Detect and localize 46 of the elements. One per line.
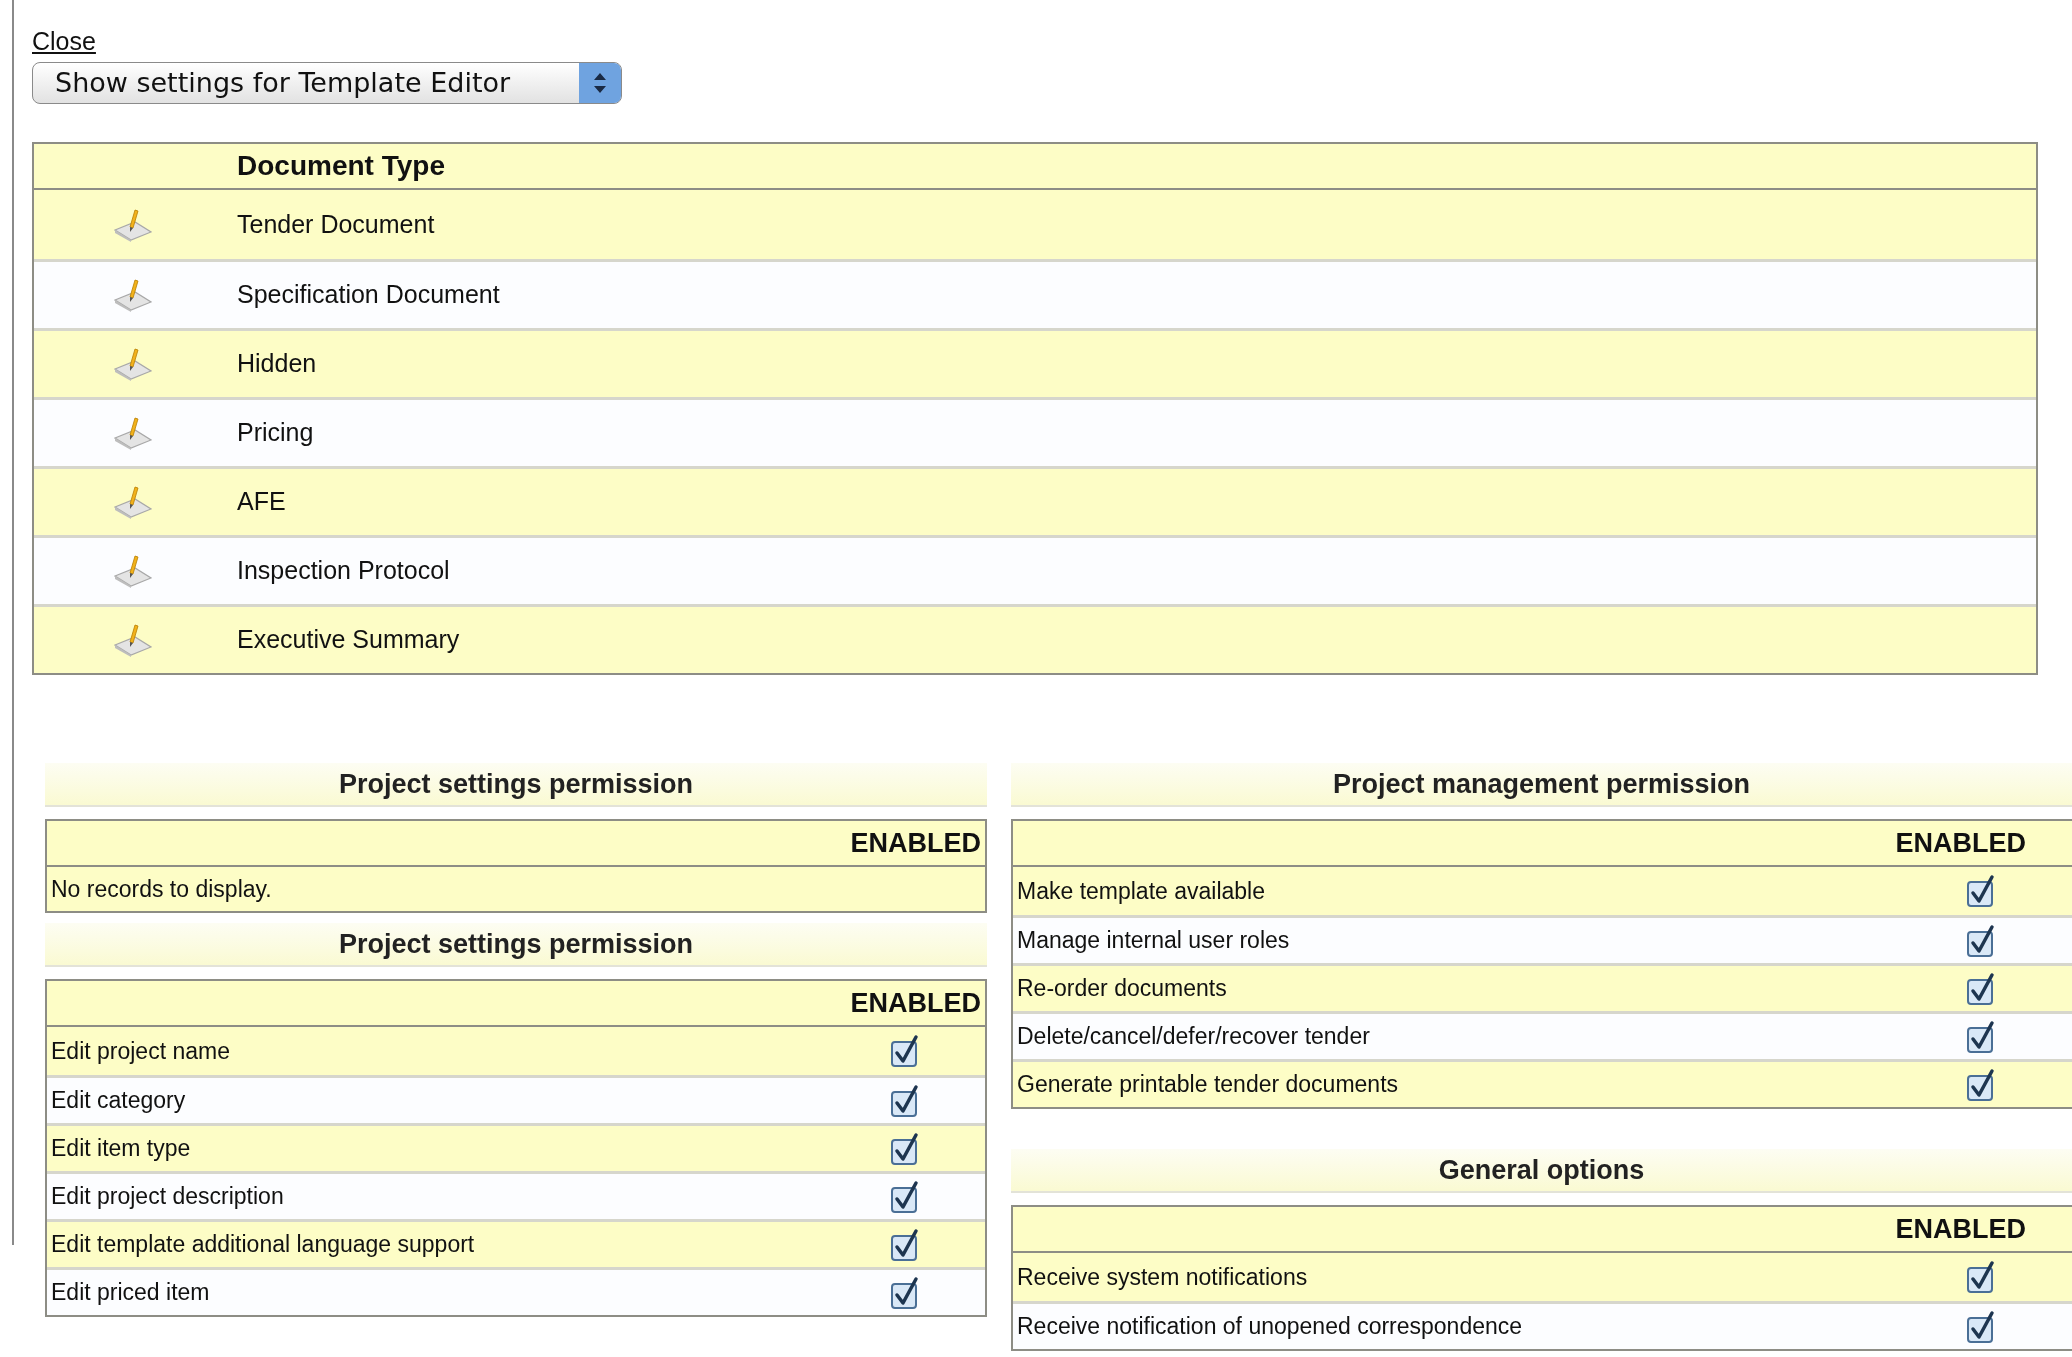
checked-checkbox[interactable] <box>1966 1019 1996 1054</box>
document-type-name[interactable]: Specification Document <box>237 276 500 314</box>
section-title: Project settings permission <box>45 763 987 807</box>
document-type-name[interactable]: Executive Summary <box>237 621 460 659</box>
checked-checkbox[interactable] <box>1966 923 1996 958</box>
permission-label: Make template available <box>1017 876 1267 906</box>
column-header: ENABLED <box>850 986 981 1020</box>
checked-checkbox[interactable] <box>1966 1309 1996 1344</box>
checked-checkbox[interactable] <box>1966 874 1996 908</box>
checked-checkbox[interactable] <box>1966 971 1996 1006</box>
column-header: ENABLED <box>850 826 981 860</box>
permission-label: Re-order documents <box>1017 974 1228 1004</box>
permission-label: Receive system notifications <box>1017 1262 1309 1292</box>
permission-label: Edit template additional language support <box>51 1230 476 1260</box>
document-type-name[interactable]: Tender Document <box>237 205 435 244</box>
permission-label: Edit project description <box>51 1182 285 1212</box>
checked-checkbox[interactable] <box>890 1131 920 1166</box>
document-type-name[interactable]: AFE <box>237 483 286 521</box>
document-type-name[interactable]: Pricing <box>237 414 314 452</box>
column-header: Document Type <box>237 149 445 183</box>
permission-label: Receive notification of unopened correspondence <box>1017 1312 1524 1342</box>
checked-checkbox[interactable] <box>1966 1067 1996 1102</box>
checked-checkbox[interactable] <box>890 1083 920 1118</box>
checked-checkbox[interactable] <box>1966 1260 1996 1294</box>
checked-checkbox[interactable] <box>890 1179 920 1214</box>
checked-checkbox[interactable] <box>890 1275 920 1310</box>
empty-message: No records to display. <box>51 874 272 904</box>
settings-dropdown[interactable]: Show settings for Template Editor <box>32 62 622 104</box>
column-header: ENABLED <box>1895 826 2026 860</box>
section-title: General options <box>1011 1149 2072 1193</box>
checked-checkbox[interactable] <box>890 1034 920 1068</box>
permission-label: Edit priced item <box>51 1278 211 1308</box>
permission-label: Delete/cancel/defer/recover tender <box>1017 1022 1371 1052</box>
checked-checkbox[interactable] <box>890 1227 920 1262</box>
document-type-name[interactable]: Hidden <box>237 345 317 383</box>
permission-label: Edit item type <box>51 1134 192 1164</box>
section-title: Project settings permission <box>45 923 987 967</box>
permission-label: Generate printable tender documents <box>1017 1070 1400 1100</box>
dropdown-arrows-icon[interactable] <box>579 63 621 103</box>
close-link[interactable]: Close <box>32 26 96 56</box>
permission-label: Manage internal user roles <box>1017 926 1291 956</box>
section-title: Project management permission <box>1011 763 2072 807</box>
column-header: ENABLED <box>1895 1212 2026 1246</box>
document-type-name[interactable]: Inspection Protocol <box>237 552 450 590</box>
permission-label: Edit project name <box>51 1036 231 1066</box>
permission-label: Edit category <box>51 1086 187 1116</box>
